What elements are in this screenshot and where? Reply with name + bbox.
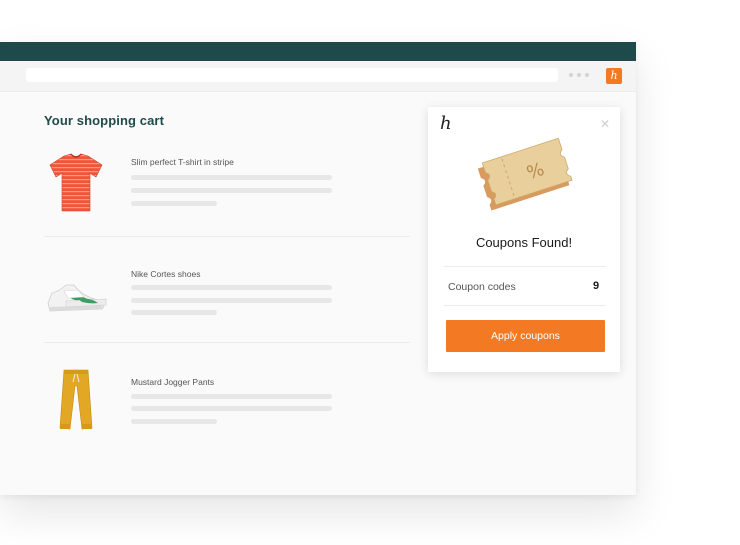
browser-toolbar: h [0,61,636,92]
more-icon[interactable] [569,73,589,78]
cart-item-name: Slim perfect T-shirt in stripe [131,157,234,167]
jogger-pants-icon [59,369,93,430]
honey-extension-icon[interactable]: h [606,68,622,84]
placeholder-line [131,310,217,315]
placeholder-line [131,406,332,411]
browser-titlebar [0,42,636,61]
divider [44,342,410,343]
cart-item-pants[interactable]: Mustard Jogger Pants [44,366,410,434]
coupon-codes-count: 9 [593,280,600,292]
striped-tshirt-icon [49,153,103,212]
coupon-ticket-icon: % [477,137,573,211]
divider [444,305,606,306]
divider [444,266,606,267]
cart-item-tshirt[interactable]: Slim perfect T-shirt in stripe [44,153,410,217]
apply-coupons-button[interactable]: Apply coupons [446,320,605,352]
address-bar[interactable] [26,68,558,82]
placeholder-line [131,285,332,290]
cart-title: Your shopping cart [44,113,165,128]
placeholder-line [131,419,217,424]
coupons-found-heading: Coupons Found! [475,235,573,250]
coupon-codes-label: Coupon codes [448,281,516,293]
placeholder-line [131,394,332,399]
divider [44,236,410,237]
placeholder-line [131,188,332,193]
sneaker-icon [47,284,107,312]
placeholder-line [131,201,217,206]
cart-item-name: Nike Cortes shoes [131,269,201,279]
placeholder-line [131,298,332,303]
cart-item-name: Mustard Jogger Pants [131,377,215,387]
honey-logo: h [440,113,452,134]
close-icon[interactable]: ✕ [600,117,610,131]
cart-item-shoes[interactable]: Nike Cortes shoes [44,263,410,327]
placeholder-line [131,175,332,180]
coupon-popup: h ✕ % Coupons Found! Coupon codes 9 Appl… [428,107,620,372]
